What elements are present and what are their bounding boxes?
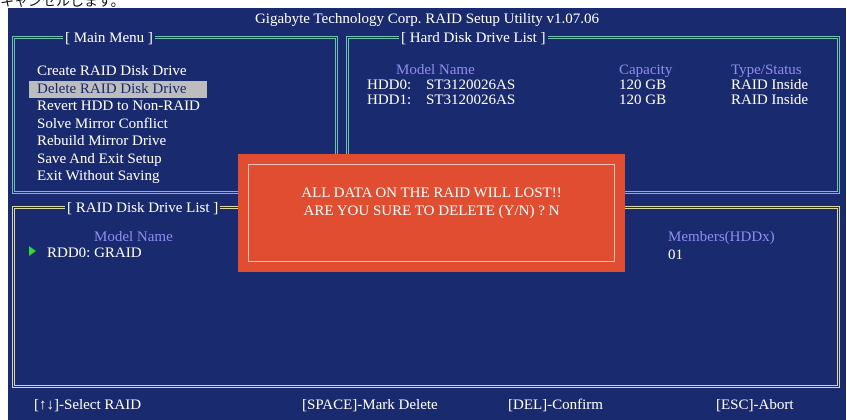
raid-row[interactable]: RDD0: GRAID <box>29 245 142 262</box>
hdd-row-type: RAID Inside <box>731 92 809 108</box>
raid-list-title: [ RAID Disk Drive List ] <box>65 200 221 216</box>
hdd-header-model: Model Name <box>396 62 475 78</box>
main-menu-list: Create RAID Disk Drive Delete RAID Disk … <box>29 63 207 186</box>
hdd-row-capacity: 120 GB <box>619 77 667 93</box>
raid-header-model: Model Name <box>94 229 173 245</box>
menu-item-rebuild-mirror[interactable]: Rebuild Mirror Drive <box>29 133 207 151</box>
menu-item-solve-mirror[interactable]: Solve Mirror Conflict <box>29 116 207 134</box>
menu-item-revert-hdd[interactable]: Revert HDD to Non-RAID <box>29 98 207 116</box>
app-title: Gigabyte Technology Corp. RAID Setup Uti… <box>254 11 600 27</box>
bios-screen: Gigabyte Technology Corp. RAID Setup Uti… <box>8 8 846 420</box>
hint-confirm: [DEL]-Confirm <box>508 397 603 413</box>
dialog-message: ALL DATA ON THE RAID WILL LOST!! ARE YOU… <box>238 184 625 220</box>
hdd-header-type: Type/Status <box>731 62 802 78</box>
hdd-list-title: [ Hard Disk Drive List ] <box>399 30 548 46</box>
hdd-row-capacity: 120 GB <box>619 92 667 108</box>
dialog-warning-line: ALL DATA ON THE RAID WILL LOST!! <box>301 185 562 201</box>
delete-confirm-dialog: ALL DATA ON THE RAID WILL LOST!! ARE YOU… <box>238 154 625 272</box>
hdd-row-model: ST3120026AS <box>426 92 516 108</box>
hint-mark-delete: [SPACE]-Mark Delete <box>302 397 438 413</box>
hdd-row-label: HDD1: <box>367 92 412 108</box>
hdd-row-type: RAID Inside <box>731 77 809 93</box>
menu-item-create-raid[interactable]: Create RAID Disk Drive <box>29 63 207 81</box>
menu-item-delete-raid[interactable]: Delete RAID Disk Drive <box>29 80 207 98</box>
hdd-row-label: HDD0: <box>367 77 412 93</box>
menu-item-exit-no-save[interactable]: Exit Without Saving <box>29 168 207 186</box>
hint-abort: [ESC]-Abort <box>716 397 794 413</box>
hint-select-raid: [↑↓]-Select RAID <box>34 397 142 413</box>
key-hint-bar: [↑↓]-Select RAID [SPACE]-Mark Delete [DE… <box>8 391 846 420</box>
raid-header-members: Members(HDDx) <box>668 229 775 245</box>
dialog-confirm-prompt[interactable]: ARE YOU SURE TO DELETE (Y/N) ? N <box>238 202 625 220</box>
main-menu-title: [ Main Menu ] <box>63 30 155 46</box>
raid-row-members: 01 <box>668 247 683 263</box>
menu-item-save-exit[interactable]: Save And Exit Setup <box>29 151 207 169</box>
hdd-header-capacity: Capacity <box>619 62 673 78</box>
raid-row-name: RDD0: GRAID <box>47 245 142 261</box>
hdd-row-model: ST3120026AS <box>426 77 516 93</box>
selection-arrow-icon <box>29 246 36 256</box>
